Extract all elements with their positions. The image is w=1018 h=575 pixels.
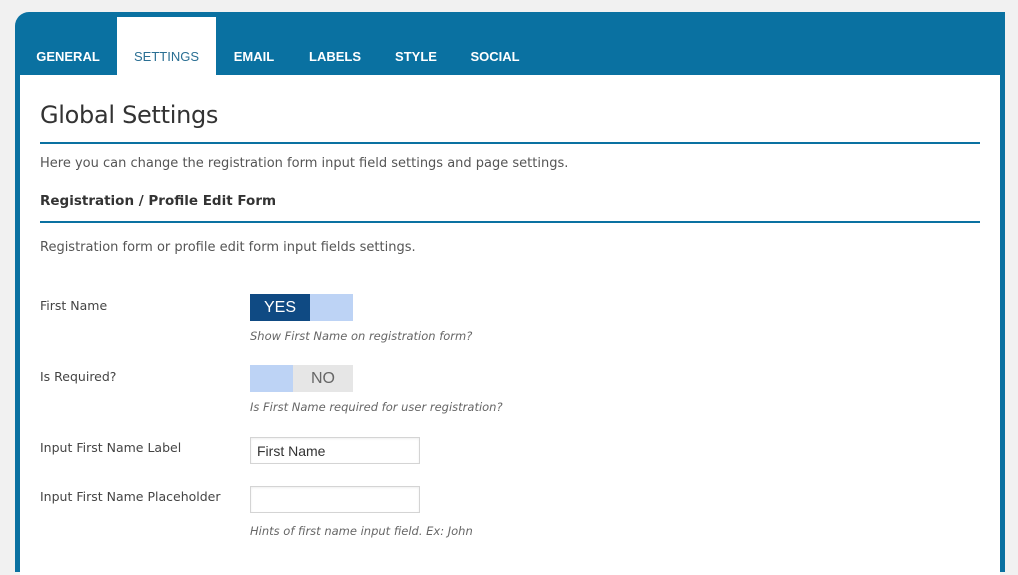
first-name-toggle[interactable]: YES	[250, 294, 353, 321]
is-required-label: Is Required?	[40, 369, 117, 384]
section-title: Registration / Profile Edit Form	[40, 193, 277, 209]
tab-social[interactable]: SOCIAL	[461, 17, 529, 75]
title-divider	[40, 142, 980, 144]
section-divider	[40, 221, 980, 223]
first-name-label: First Name	[40, 298, 108, 313]
tab-style[interactable]: STYLE	[383, 17, 449, 75]
toggle-no-label: NO	[311, 370, 335, 387]
toggle-yes-label: YES	[250, 294, 310, 321]
tab-labels[interactable]: LABELS	[299, 17, 371, 75]
page-title: Global Settings	[40, 101, 219, 129]
tab-general[interactable]: GENERAL	[23, 17, 113, 75]
input-first-name-label-label: Input First Name Label	[40, 440, 182, 455]
section-description: Registration form or profile edit form i…	[40, 240, 416, 255]
is-required-toggle[interactable]: NO	[250, 365, 353, 392]
is-required-hint: Is First Name required for user registra…	[250, 400, 503, 414]
input-first-name-placeholder-label: Input First Name Placeholder	[40, 489, 221, 504]
toggle-knob	[250, 365, 293, 392]
tab-bar: GENERAL SETTINGS EMAIL LABELS STYLE SOCI…	[15, 12, 1005, 75]
first-name-placeholder-input[interactable]	[250, 486, 420, 513]
tab-email[interactable]: EMAIL	[221, 17, 287, 75]
placeholder-hint: Hints of first name input field. Ex: Joh…	[250, 524, 473, 538]
settings-panel: GENERAL SETTINGS EMAIL LABELS STYLE SOCI…	[15, 12, 1005, 575]
tab-settings[interactable]: SETTINGS	[117, 17, 216, 75]
settings-content: Global Settings Here you can change the …	[20, 75, 1000, 575]
page-description: Here you can change the registration for…	[40, 156, 569, 171]
first-name-label-input[interactable]	[250, 437, 420, 464]
first-name-hint: Show First Name on registration form?	[250, 329, 473, 343]
